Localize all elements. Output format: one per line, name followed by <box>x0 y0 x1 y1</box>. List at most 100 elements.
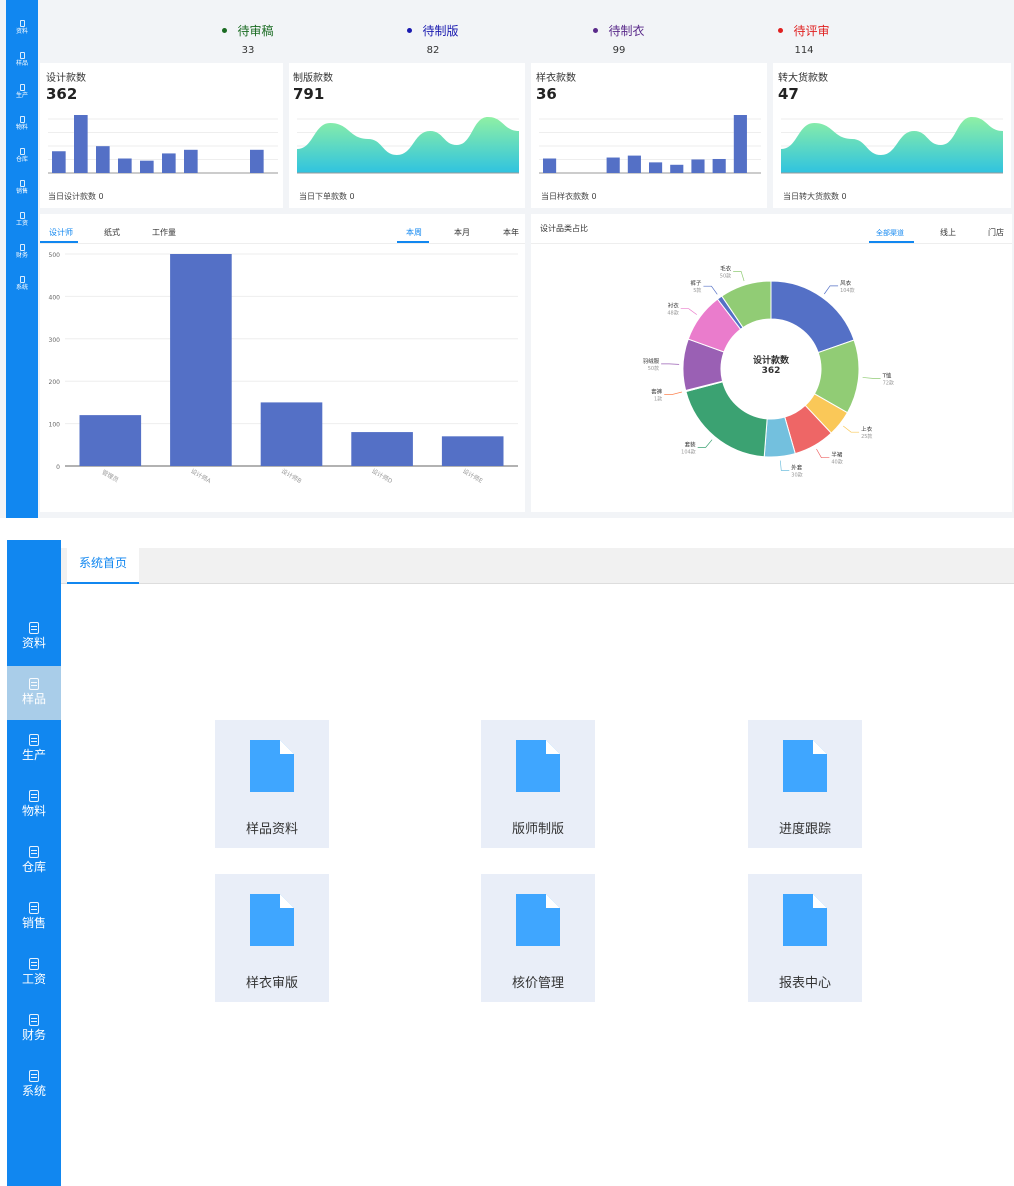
tab-pattern-style[interactable]: 纸式 <box>104 228 120 238</box>
tab-this-year[interactable]: 本年 <box>503 228 519 238</box>
x-tick-label: 设计师B <box>280 467 303 485</box>
mini-bar-chart <box>48 115 278 174</box>
file-icon <box>516 894 560 946</box>
slice-value-label: 40款 <box>831 459 842 466</box>
top-sidebar-item[interactable]: 系统 <box>6 276 38 291</box>
status-count: 99 <box>612 44 626 56</box>
tab-workload[interactable]: 工作量 <box>152 228 176 238</box>
tile-pricing-management[interactable]: 核价管理 <box>481 874 595 1002</box>
sidebar-item-label: 财务 <box>21 1028 46 1042</box>
tab-system-home[interactable]: 系统首页 <box>67 548 139 584</box>
mini-bar <box>140 160 154 173</box>
tab-designer[interactable]: 设计师 <box>49 228 73 238</box>
bar <box>260 402 323 466</box>
tab-this-week[interactable]: 本周 <box>406 228 422 238</box>
top-sidebar-label: 仓库 <box>15 156 28 163</box>
sidebar-item[interactable]: 系统 <box>7 1058 61 1112</box>
sidebar-item-label: 生产 <box>21 748 46 762</box>
status-pending-review[interactable]: 待审稿 33 <box>188 18 308 57</box>
sidebar-item-label: 物料 <box>21 804 46 818</box>
mini-bar <box>118 158 132 173</box>
slice-name-label: T恤 <box>882 371 892 379</box>
top-sidebar-label: 生产 <box>15 92 28 99</box>
donut-center-value: 362 <box>761 366 781 376</box>
tab-online[interactable]: 线上 <box>940 228 956 238</box>
card-title: 设计款数 <box>46 73 86 84</box>
tab-this-month[interactable]: 本月 <box>454 228 470 238</box>
card-title: 转大货款数 <box>778 73 828 84</box>
bar <box>351 432 413 466</box>
top-sidebar-item[interactable]: 销售 <box>6 180 38 195</box>
document-icon <box>29 790 39 802</box>
y-tick-label: 300 <box>49 337 61 344</box>
card-title: 制版款数 <box>293 73 333 84</box>
area-fill <box>781 117 1003 173</box>
area-fill <box>297 117 519 173</box>
document-icon <box>29 1070 39 1082</box>
mini-area-chart <box>781 117 1003 174</box>
tile-report-center[interactable]: 报表中心 <box>748 874 862 1002</box>
tab-all-channels[interactable]: 全部渠道 <box>876 228 904 238</box>
sidebar-item[interactable]: 仓库 <box>7 834 61 888</box>
slice-value-label: 25款 <box>861 433 872 440</box>
status-pending-sample[interactable]: 待制衣 99 <box>559 18 679 57</box>
sidebar-item[interactable]: 财务 <box>7 1002 61 1056</box>
designer-chart-panel: 设计师 纸式 工作量 本周 本月 本年 0 100 200 300 400 500 管理员 设… <box>40 214 525 512</box>
card-value: 47 <box>778 85 799 103</box>
document-icon <box>19 20 25 27</box>
top-sidebar-item[interactable]: 仓库 <box>6 148 38 163</box>
tile-sample-review[interactable]: 样衣审版 <box>215 874 329 1002</box>
sidebar-item[interactable]: 资料 <box>7 610 61 664</box>
top-sidebar-item[interactable]: 财务 <box>6 244 38 259</box>
mini-area-chart <box>297 117 519 174</box>
slice-value-label: 50款 <box>648 365 659 372</box>
top-sidebar-item[interactable]: 物料 <box>6 116 38 131</box>
status-pending-pattern[interactable]: 待制版 82 <box>373 18 493 57</box>
tile-label: 样衣审版 <box>245 976 298 991</box>
tile-progress-tracking[interactable]: 进度跟踪 <box>748 720 862 848</box>
label-leader-line <box>733 271 745 282</box>
top-sidebar-item[interactable]: 样品 <box>6 52 38 67</box>
card-title: 样衣款数 <box>536 73 576 84</box>
bar <box>441 436 504 466</box>
document-icon <box>19 84 25 91</box>
tile-label: 报表中心 <box>778 976 831 991</box>
file-icon <box>250 740 294 792</box>
document-icon <box>19 212 25 219</box>
mini-bar <box>184 149 198 173</box>
tab-store[interactable]: 门店 <box>988 228 1004 238</box>
slice-value-label: 5款 <box>693 287 701 294</box>
sidebar-item[interactable]: 销售 <box>7 890 61 944</box>
mini-bar <box>649 162 663 173</box>
donut-slice <box>685 381 768 458</box>
sidebar-item[interactable]: 物料 <box>7 778 61 832</box>
mini-bar <box>606 157 620 173</box>
mini-bar <box>96 146 110 173</box>
sidebar-item[interactable]: 样品 <box>7 666 61 720</box>
mini-bar <box>627 155 641 173</box>
file-icon <box>783 740 827 792</box>
document-icon <box>19 276 25 283</box>
label-leader-line <box>823 285 839 295</box>
document-icon <box>29 1014 39 1026</box>
sidebar-item-label: 样品 <box>21 692 46 706</box>
tile-sample-data[interactable]: 样品资料 <box>215 720 329 848</box>
top-sidebar-item[interactable]: 生产 <box>6 84 38 99</box>
status-label: 待制版 <box>422 23 459 38</box>
status-pending-evaluation[interactable]: 待评审 114 <box>744 18 864 57</box>
document-icon <box>19 180 25 187</box>
sidebar-item[interactable]: 工资 <box>7 946 61 1000</box>
top-sidebar-item[interactable]: 工资 <box>6 212 38 227</box>
tile-pattern-making[interactable]: 版师制版 <box>481 720 595 848</box>
status-label: 待审稿 <box>237 23 274 38</box>
sidebar-item-label: 工资 <box>21 972 46 986</box>
label-leader-line <box>697 439 713 448</box>
slice-name-label: 羽绒服 <box>643 357 660 365</box>
mini-bar-chart <box>539 115 761 174</box>
mini-bar <box>670 164 684 173</box>
slice-name-label: 外套 <box>791 463 803 471</box>
status-count: 33 <box>241 44 255 56</box>
document-icon <box>19 148 25 155</box>
sidebar-item[interactable]: 生产 <box>7 722 61 776</box>
top-sidebar-item[interactable]: 资料 <box>6 20 38 35</box>
